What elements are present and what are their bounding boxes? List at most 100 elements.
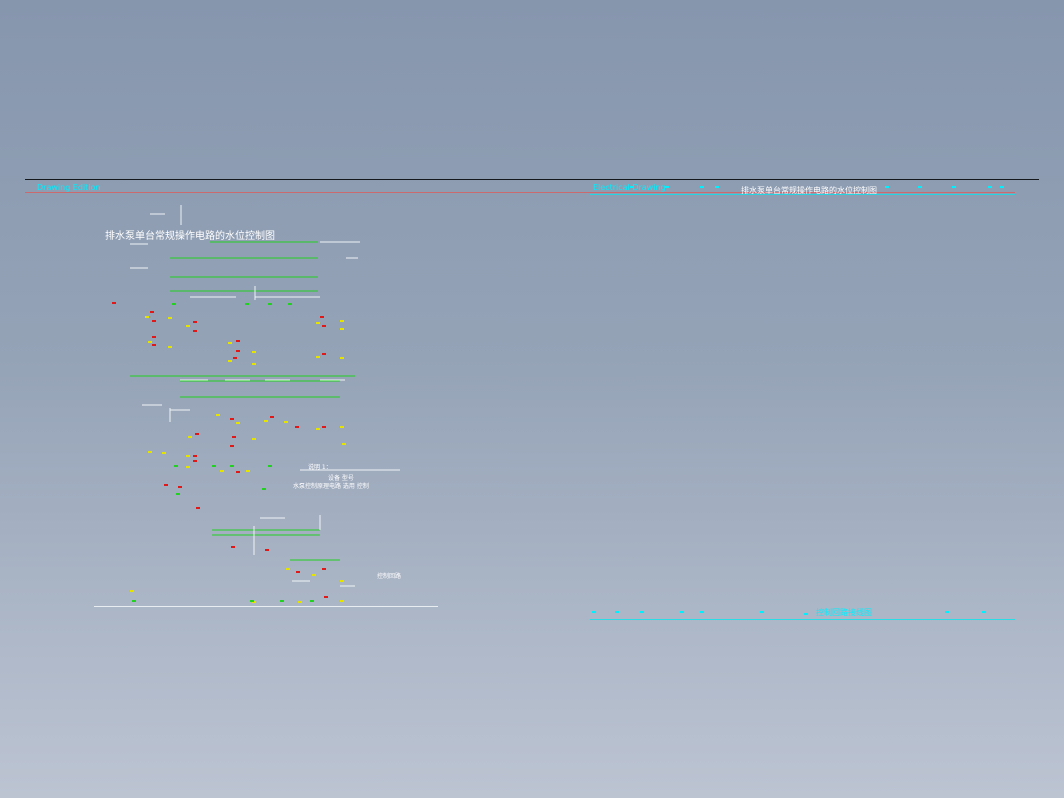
component-mark-yellow xyxy=(316,322,320,324)
component-mark-yellow xyxy=(188,436,192,438)
component-mark-yellow xyxy=(298,601,302,603)
component-mark-yellow xyxy=(312,574,316,576)
component-mark-yellow xyxy=(264,420,268,422)
component-mark-red xyxy=(236,340,240,342)
component-mark-red xyxy=(320,316,324,318)
component-mark-green xyxy=(280,600,284,602)
component-mark-red xyxy=(195,433,199,435)
title-block-mark xyxy=(952,186,956,188)
component-mark-green xyxy=(310,600,314,602)
component-mark-red xyxy=(322,426,326,428)
component-mark-yellow xyxy=(340,600,344,602)
title-block-mark xyxy=(700,186,704,188)
component-mark-red xyxy=(193,330,197,332)
component-mark-yellow xyxy=(130,590,134,592)
component-mark-yellow xyxy=(236,422,240,424)
component-mark-red xyxy=(150,311,154,313)
component-mark-red xyxy=(152,344,156,346)
component-mark-green xyxy=(262,488,266,490)
component-mark-green xyxy=(172,303,176,305)
title-block-mark xyxy=(680,611,684,613)
component-mark-green xyxy=(176,493,180,495)
component-mark-yellow xyxy=(148,451,152,453)
component-mark-yellow xyxy=(340,320,344,322)
title-block-mark xyxy=(804,613,808,615)
component-mark-yellow xyxy=(340,357,344,359)
component-mark-red xyxy=(236,471,240,473)
component-mark-yellow xyxy=(342,443,346,445)
component-mark-red xyxy=(322,568,326,570)
component-mark-yellow xyxy=(162,452,166,454)
title-block-mark xyxy=(1000,186,1004,188)
component-mark-yellow xyxy=(252,438,256,440)
component-mark-yellow xyxy=(252,351,256,353)
component-mark-red xyxy=(178,486,182,488)
component-mark-red xyxy=(196,507,200,509)
component-mark-yellow xyxy=(145,316,149,318)
component-mark-red xyxy=(232,436,236,438)
component-mark-red xyxy=(152,320,156,322)
title-block-mark xyxy=(988,186,992,188)
title-block-mark xyxy=(665,186,669,188)
component-mark-yellow xyxy=(284,421,288,423)
component-mark-yellow xyxy=(186,466,190,468)
component-mark-red xyxy=(230,418,234,420)
component-mark-green xyxy=(212,465,216,467)
component-mark-red xyxy=(230,445,234,447)
schematic-canvas xyxy=(112,186,1004,615)
component-mark-yellow xyxy=(168,346,172,348)
component-mark-red xyxy=(112,302,116,304)
component-mark-yellow xyxy=(252,363,256,365)
component-mark-yellow xyxy=(286,568,290,570)
component-mark-yellow xyxy=(216,414,220,416)
title-block-mark xyxy=(592,611,596,613)
component-mark-red xyxy=(193,321,197,323)
title-block-mark xyxy=(615,611,619,613)
component-mark-yellow xyxy=(186,325,190,327)
title-block-mark xyxy=(945,611,949,613)
component-mark-green xyxy=(250,600,254,602)
component-mark-yellow xyxy=(340,328,344,330)
component-mark-yellow xyxy=(228,342,232,344)
component-mark-red xyxy=(231,546,235,548)
component-mark-yellow xyxy=(246,470,250,472)
title-block-mark xyxy=(630,186,634,188)
component-mark-red xyxy=(324,596,328,598)
component-mark-yellow xyxy=(340,580,344,582)
component-mark-green xyxy=(268,465,272,467)
component-mark-red xyxy=(193,455,197,457)
title-block-mark xyxy=(715,186,719,188)
title-block-mark xyxy=(982,611,986,613)
component-mark-red xyxy=(265,549,269,551)
component-mark-red xyxy=(322,353,326,355)
component-mark-red xyxy=(193,460,197,462)
component-mark-green xyxy=(245,303,249,305)
title-block-mark xyxy=(918,186,922,188)
component-mark-yellow xyxy=(186,455,190,457)
component-mark-yellow xyxy=(228,360,232,362)
component-mark-red xyxy=(270,416,274,418)
component-mark-green xyxy=(132,600,136,602)
component-mark-red xyxy=(233,357,237,359)
component-mark-red xyxy=(296,571,300,573)
component-mark-green xyxy=(288,303,292,305)
component-mark-green xyxy=(268,303,272,305)
component-mark-yellow xyxy=(220,470,224,472)
component-mark-yellow xyxy=(340,426,344,428)
title-block-mark xyxy=(700,611,704,613)
component-mark-yellow xyxy=(168,317,172,319)
component-mark-red xyxy=(295,426,299,428)
component-mark-green xyxy=(230,465,234,467)
cad-viewport[interactable]: Drawing Edition Electrical Drawing 排水泵单台… xyxy=(0,0,1064,798)
component-mark-yellow xyxy=(316,428,320,430)
component-mark-red xyxy=(236,350,240,352)
component-mark-green xyxy=(174,465,178,467)
title-block-mark xyxy=(760,611,764,613)
component-mark-yellow xyxy=(148,341,152,343)
title-block-mark xyxy=(640,611,644,613)
component-mark-red xyxy=(164,484,168,486)
component-mark-red xyxy=(322,325,326,327)
component-mark-red xyxy=(152,336,156,338)
title-block-mark xyxy=(885,186,889,188)
component-mark-yellow xyxy=(316,356,320,358)
